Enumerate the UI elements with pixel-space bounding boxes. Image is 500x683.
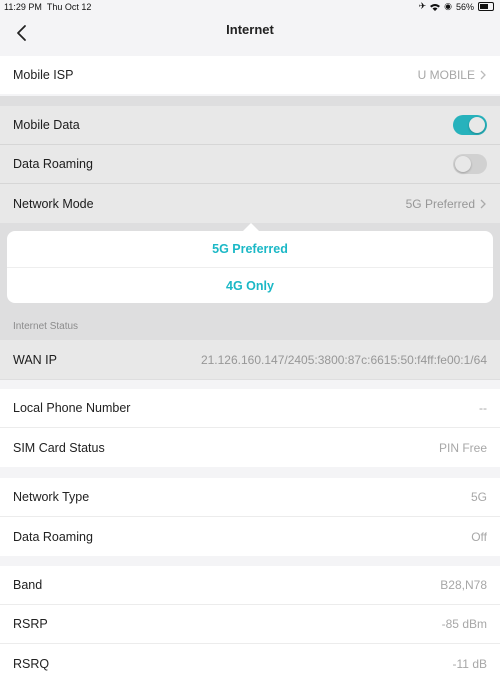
- network-type-value: 5G: [470, 490, 487, 504]
- status-indicators: ✈ ◉ 56%: [419, 1, 494, 12]
- status-bar: 11:29 PM Thu Oct 12 ✈ ◉ 56%: [0, 0, 500, 14]
- rsrp-label: RSRP: [13, 617, 48, 631]
- network-roaming-row: Data Roaming Off: [0, 517, 500, 556]
- battery-percent: 56%: [455, 1, 474, 12]
- network-type-label: Network Type: [13, 490, 90, 504]
- status-time: 11:29 PM: [4, 2, 42, 12]
- mobile-isp-row[interactable]: Mobile ISP U MOBILE: [0, 56, 500, 94]
- band-value: B28,N78: [440, 578, 487, 592]
- page-title: Internet: [226, 22, 274, 37]
- navigation-bar: Internet: [0, 14, 500, 56]
- sim-status-label: SIM Card Status: [13, 440, 105, 455]
- signal-group: Band B28,N78 RSRP -85 dBm RSRQ -11 dB: [0, 566, 500, 683]
- mobile-isp-label: Mobile ISP: [13, 68, 74, 82]
- wifi-icon: [430, 3, 441, 11]
- band-row: Band B28,N78: [0, 566, 500, 605]
- airplane-icon: ✈: [418, 1, 427, 11]
- mobile-isp-value: U MOBILE: [417, 68, 475, 82]
- mobile-isp-value-wrap: U MOBILE: [418, 68, 487, 82]
- rsrp-row: RSRP -85 dBm: [0, 605, 500, 644]
- rsrq-row: RSRQ -11 dB: [0, 644, 500, 683]
- chevron-right-icon: [480, 70, 486, 80]
- battery-icon: [478, 2, 494, 11]
- option-4g-only[interactable]: 4G Only: [7, 267, 493, 304]
- network-type-row: Network Type 5G: [0, 478, 500, 517]
- isp-group: Mobile ISP U MOBILE: [0, 56, 500, 94]
- sim-group: Local Phone Number -- SIM Card Status PI…: [0, 389, 500, 467]
- local-phone-row: Local Phone Number --: [0, 389, 500, 428]
- status-date: Thu Oct 12: [46, 2, 92, 12]
- sim-status-value: PIN Free: [438, 440, 487, 455]
- network-mode-popover: 5G Preferred 4G Only: [7, 231, 493, 303]
- sim-status-row: SIM Card Status PIN Free: [0, 428, 500, 467]
- status-time-date: 11:29 PM Thu Oct 12: [4, 2, 91, 12]
- popover-arrow: [243, 223, 259, 231]
- local-phone-value: --: [479, 401, 487, 415]
- network-roaming-value: Off: [471, 529, 487, 544]
- network-group: Network Type 5G Data Roaming Off: [0, 478, 500, 556]
- network-roaming-label: Data Roaming: [13, 529, 93, 544]
- band-label: Band: [13, 578, 43, 592]
- rsrp-value: -85 dBm: [441, 617, 487, 631]
- option-5g-preferred[interactable]: 5G Preferred: [7, 231, 493, 267]
- rsrq-label: RSRQ: [13, 656, 50, 671]
- location-icon: ◉: [444, 1, 452, 11]
- rsrq-value: -11 dB: [452, 656, 487, 671]
- local-phone-label: Local Phone Number: [13, 401, 131, 415]
